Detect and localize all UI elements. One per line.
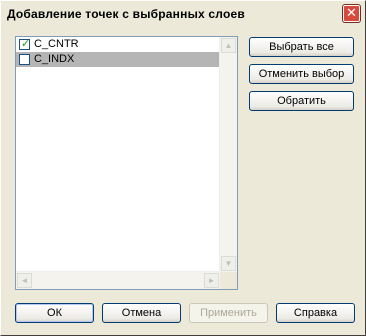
invert-button[interactable]: Обратить xyxy=(249,91,354,111)
scroll-down-button[interactable]: ▼ xyxy=(221,256,236,271)
scrollbar-corner xyxy=(220,272,237,289)
check-icon: ✓ xyxy=(21,38,31,50)
title-bar[interactable]: Добавление точек с выбранных слоев ✕ xyxy=(1,1,365,27)
scroll-up-button[interactable]: ▲ xyxy=(221,38,236,53)
arrow-right-icon: ► xyxy=(207,276,216,285)
dialog-window: Добавление точек с выбранных слоев ✕ ✓ C… xyxy=(0,0,366,336)
help-button[interactable]: Справка xyxy=(276,303,355,323)
close-icon: ✕ xyxy=(346,5,357,20)
layer-list-items: ✓ C_CNTR C_INDX xyxy=(16,37,219,67)
layer-checkbox-c-cntr[interactable]: ✓ xyxy=(19,38,31,50)
layer-list[interactable]: ✓ C_CNTR C_INDX ▲ ▼ ◄ ► xyxy=(15,36,238,290)
vertical-scrollbar[interactable]: ▲ ▼ xyxy=(219,37,237,272)
select-all-button[interactable]: Выбрать все xyxy=(249,37,354,57)
ok-button[interactable]: ОК xyxy=(15,303,94,323)
apply-button[interactable]: Применить xyxy=(189,303,268,323)
cancel-button[interactable]: Отмена xyxy=(102,303,181,323)
layer-checkbox-c-indx[interactable] xyxy=(19,54,30,65)
arrow-up-icon: ▲ xyxy=(224,41,233,50)
arrow-down-icon: ▼ xyxy=(224,259,233,268)
layer-name: C_INDX xyxy=(34,53,75,65)
horizontal-scrollbar[interactable]: ◄ ► xyxy=(16,271,220,289)
list-item-c-indx[interactable]: C_INDX xyxy=(16,52,219,67)
layer-name: C_CNTR xyxy=(34,38,79,50)
deselect-button[interactable]: Отменить выбор xyxy=(249,64,354,84)
scroll-right-button[interactable]: ► xyxy=(204,273,219,288)
arrow-left-icon: ◄ xyxy=(20,276,29,285)
dialog-title: Добавление точек с выбранных слоев xyxy=(7,7,245,21)
close-button[interactable]: ✕ xyxy=(343,5,360,22)
scroll-left-button[interactable]: ◄ xyxy=(17,273,32,288)
list-item-c-cntr[interactable]: ✓ C_CNTR xyxy=(16,37,219,52)
